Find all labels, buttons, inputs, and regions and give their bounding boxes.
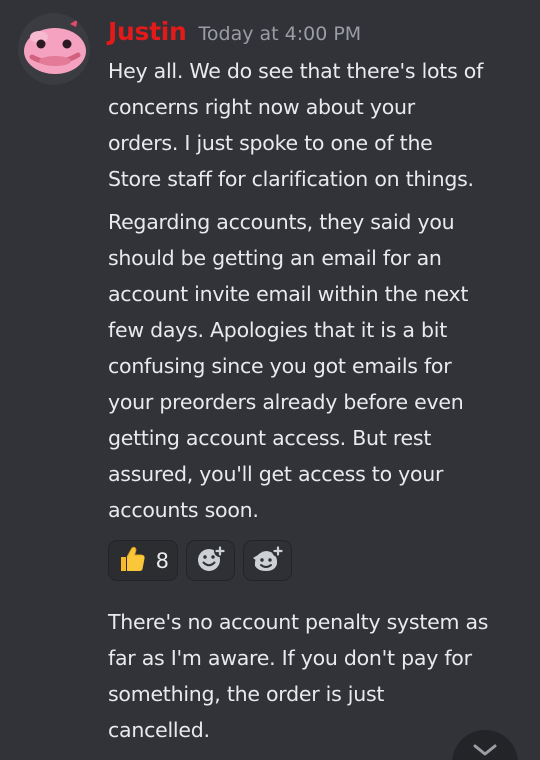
message-line: Store staff for clarification on things.: [108, 167, 474, 191]
reaction-bar: 8: [108, 540, 292, 581]
reaction-count: 8: [155, 548, 169, 573]
chevron-down-icon: [473, 744, 497, 756]
add-super-reaction-button[interactable]: [243, 540, 292, 581]
message-paragraph-3: There's no account penalty system as far…: [108, 604, 533, 748]
thumbs-up-icon: [117, 544, 147, 578]
message-paragraph-1: Hey all. We do see that there's lots of …: [108, 53, 533, 197]
message-line: far as I'm aware. If you don't pay for: [108, 646, 472, 670]
message-line: orders. I just spoke to one of the: [108, 131, 433, 155]
message-line: accounts soon.: [108, 498, 259, 522]
message-header: Justin Today at 4:00 PM: [108, 17, 361, 57]
message-line: should be getting an email for an: [108, 246, 442, 270]
message-line: concerns right now about your: [108, 95, 415, 119]
add-super-reaction-icon: [252, 544, 284, 578]
message-line: your preorders already before even: [108, 390, 464, 414]
add-reaction-button[interactable]: [186, 540, 235, 581]
message-line: account invite email within the next: [108, 282, 469, 306]
add-reaction-icon: [196, 544, 226, 578]
message-paragraph-2: Regarding accounts, they said you should…: [108, 204, 533, 528]
message-line: few days. Apologies that it is a bit: [108, 318, 447, 342]
message-line: Regarding accounts, they said you: [108, 210, 455, 234]
message-line: Hey all. We do see that there's lots of: [108, 59, 484, 83]
message-line: There's no account penalty system as: [108, 610, 489, 634]
message-line: something, the order is just: [108, 682, 385, 706]
username[interactable]: Justin: [108, 17, 187, 46]
message-line: assured, you'll get access to your: [108, 462, 444, 486]
timestamp: Today at 4:00 PM: [198, 23, 362, 45]
message-line: confusing since you got emails for: [108, 354, 452, 378]
message-line: getting account access. But rest: [108, 426, 432, 450]
chat-message: Justin Today at 4:00 PM Hey all. We do s…: [0, 0, 540, 760]
reaction-thumbs-up[interactable]: 8: [108, 540, 178, 581]
avatar[interactable]: [18, 13, 90, 85]
